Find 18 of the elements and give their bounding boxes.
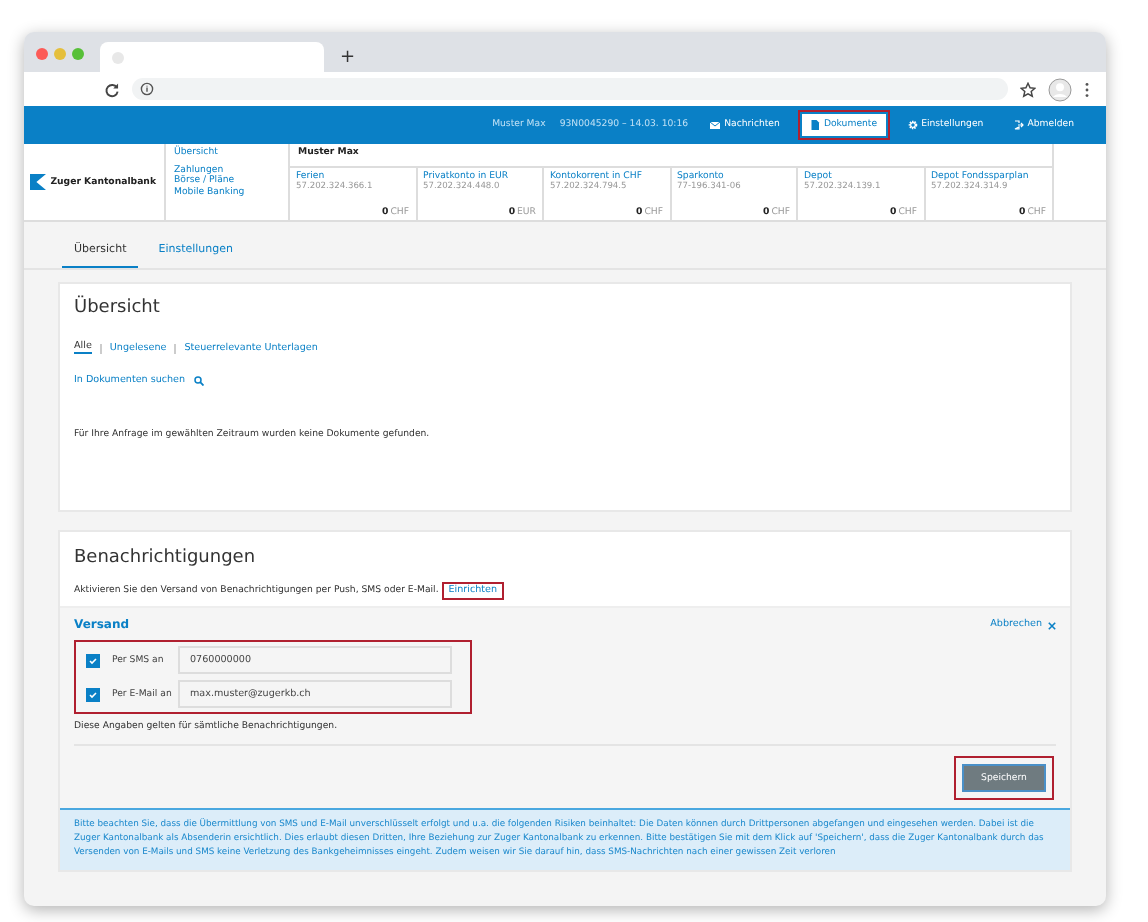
document-icon	[809, 120, 820, 130]
settings-icon	[907, 120, 918, 130]
reload-icon[interactable]	[104, 81, 120, 97]
section-title: Benachrichtigungen	[74, 548, 258, 568]
star-icon[interactable]	[1020, 81, 1036, 97]
bank-logo-icon	[30, 174, 47, 190]
search-icon[interactable]	[193, 376, 204, 386]
menu-icon[interactable]	[1084, 81, 1090, 97]
profile-avatar-icon[interactable]	[1048, 77, 1072, 101]
info-icon	[140, 82, 154, 96]
logout-icon	[1013, 120, 1024, 130]
envelope-icon	[710, 120, 721, 130]
section-title: Übersicht	[74, 298, 162, 318]
close-window-icon[interactable]	[36, 48, 48, 60]
checkbox[interactable]	[86, 687, 100, 701]
new-tab-button[interactable]: +	[340, 48, 356, 68]
close-icon[interactable]	[1048, 621, 1056, 629]
checkbox[interactable]	[86, 653, 100, 667]
